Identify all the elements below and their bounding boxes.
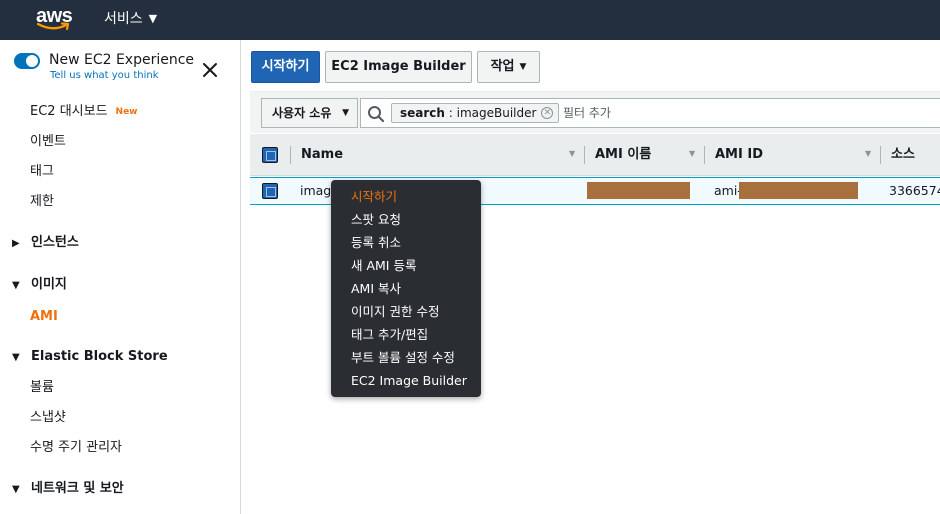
remove-token-icon[interactable]: ✕ xyxy=(541,107,554,119)
menu-item-boot-volume[interactable]: 부트 볼륨 설정 수정 xyxy=(351,350,455,366)
filter-input[interactable]: search : imageBuilder ✕ 필터 추가 xyxy=(360,98,940,128)
sidebar-item-events[interactable]: 이벤트 xyxy=(30,134,66,150)
menu-item-modify-permissions[interactable]: 이미지 권한 수정 xyxy=(351,304,439,320)
sidebar-item-ami[interactable]: AMI xyxy=(30,309,58,325)
column-divider xyxy=(880,146,881,164)
sort-caret-icon[interactable]: ▼ xyxy=(569,149,575,158)
table-header: Name ▼ AMI 이름 ▼ AMI ID ▼ 소스 xyxy=(250,134,940,176)
actions-button[interactable]: 작업 ▼ xyxy=(477,51,540,83)
new-experience-title: New EC2 Experience xyxy=(49,52,195,68)
services-label: 서비스 xyxy=(104,11,143,27)
token-key: search xyxy=(400,106,445,120)
sort-caret-icon[interactable]: ▼ xyxy=(689,149,695,158)
caret-down-icon: ▼ xyxy=(12,484,20,495)
sidebar-section-network-security[interactable]: ▼ 네트워크 및 보안 xyxy=(12,481,124,498)
redacted-ami-id xyxy=(739,182,858,199)
sidebar-item-limits[interactable]: 제한 xyxy=(30,194,54,210)
actions-label: 작업 xyxy=(490,59,515,74)
sidebar-item-snapshots[interactable]: 스냅샷 xyxy=(30,410,66,426)
menu-item-spot-request[interactable]: 스팟 요청 xyxy=(351,212,401,228)
token-value: imageBuilder xyxy=(456,106,537,120)
sidebar-item-label: EC2 대시보드 xyxy=(30,104,108,119)
select-all-checkbox[interactable] xyxy=(262,147,278,163)
sidebar-section-ebs[interactable]: ▼ Elastic Block Store xyxy=(12,349,168,366)
sort-caret-icon[interactable]: ▼ xyxy=(865,149,871,158)
menu-item-edit-tags[interactable]: 태그 추가/편집 xyxy=(351,327,428,343)
caret-down-icon: ▼ xyxy=(12,352,20,363)
row-checkbox[interactable] xyxy=(262,183,278,199)
services-menu[interactable]: 서비스 ▼ xyxy=(104,10,157,28)
new-experience-toggle[interactable] xyxy=(14,53,40,69)
column-header-ami-name[interactable]: AMI 이름 xyxy=(595,147,651,163)
column-header-name[interactable]: Name xyxy=(301,147,343,163)
cell-ami-id: ami- xyxy=(714,183,742,198)
caret-down-icon: ▼ xyxy=(519,62,527,72)
menu-item-image-builder[interactable]: EC2 Image Builder xyxy=(351,373,467,389)
owner-filter-label: 사용자 소유 xyxy=(272,106,332,120)
caret-down-icon: ▼ xyxy=(148,12,158,25)
filter-placeholder: 필터 추가 xyxy=(563,106,611,120)
caret-down-icon: ▼ xyxy=(12,280,20,291)
redacted-ami-name xyxy=(587,182,690,199)
cell-source: 3366574 xyxy=(889,183,940,198)
sidebar-section-instances[interactable]: ▶ 인스턴스 xyxy=(12,235,79,252)
aws-logo[interactable]: aws xyxy=(36,6,73,32)
top-nav: aws 서비스 ▼ xyxy=(0,0,940,40)
search-icon xyxy=(368,106,385,123)
menu-item-register-ami[interactable]: 새 AMI 등록 xyxy=(351,258,416,274)
section-label: Elastic Block Store xyxy=(31,349,168,364)
column-divider xyxy=(704,146,705,164)
owner-filter-select[interactable]: 사용자 소유 ▼ xyxy=(261,98,358,128)
new-badge: New xyxy=(115,107,138,117)
filter-token[interactable]: search : imageBuilder ✕ xyxy=(391,103,560,123)
filter-bar: 사용자 소유 ▼ search : imageBuilder ✕ 필터 추가 xyxy=(250,91,940,133)
sidebar-item-lifecycle-manager[interactable]: 수명 주기 관리자 xyxy=(30,440,122,456)
section-label: 인스턴스 xyxy=(31,235,79,250)
column-divider xyxy=(584,146,585,164)
menu-item-copy-ami[interactable]: AMI 복사 xyxy=(351,281,401,297)
image-builder-button[interactable]: EC2 Image Builder xyxy=(325,51,472,83)
menu-item-deregister[interactable]: 등록 취소 xyxy=(351,235,401,251)
column-divider xyxy=(290,146,291,164)
caret-right-icon: ▶ xyxy=(12,238,20,249)
column-header-source[interactable]: 소스 xyxy=(891,147,915,163)
context-menu: 시작하기 스팟 요청 등록 취소 새 AMI 등록 AMI 복사 이미지 권한 … xyxy=(331,180,481,397)
section-label: 이미지 xyxy=(31,277,67,292)
section-label: 네트워크 및 보안 xyxy=(31,481,124,496)
menu-item-launch[interactable]: 시작하기 xyxy=(351,189,397,205)
launch-button[interactable]: 시작하기 xyxy=(251,51,320,83)
aws-smile-icon xyxy=(37,22,70,31)
sidebar-item-volumes[interactable]: 볼륨 xyxy=(30,380,54,396)
sidebar-section-images[interactable]: ▼ 이미지 xyxy=(12,277,67,294)
column-header-ami-id[interactable]: AMI ID xyxy=(715,147,763,163)
sidebar-item-tags[interactable]: 태그 xyxy=(30,164,54,180)
caret-down-icon: ▼ xyxy=(342,108,349,118)
close-icon[interactable] xyxy=(200,60,220,80)
toggle-knob xyxy=(26,55,38,67)
sidebar-item-ec2-dashboard[interactable]: EC2 대시보드 New xyxy=(30,104,138,120)
feedback-link[interactable]: Tell us what you think xyxy=(50,70,159,82)
sidebar: New EC2 Experience Tell us what you thin… xyxy=(0,40,241,514)
